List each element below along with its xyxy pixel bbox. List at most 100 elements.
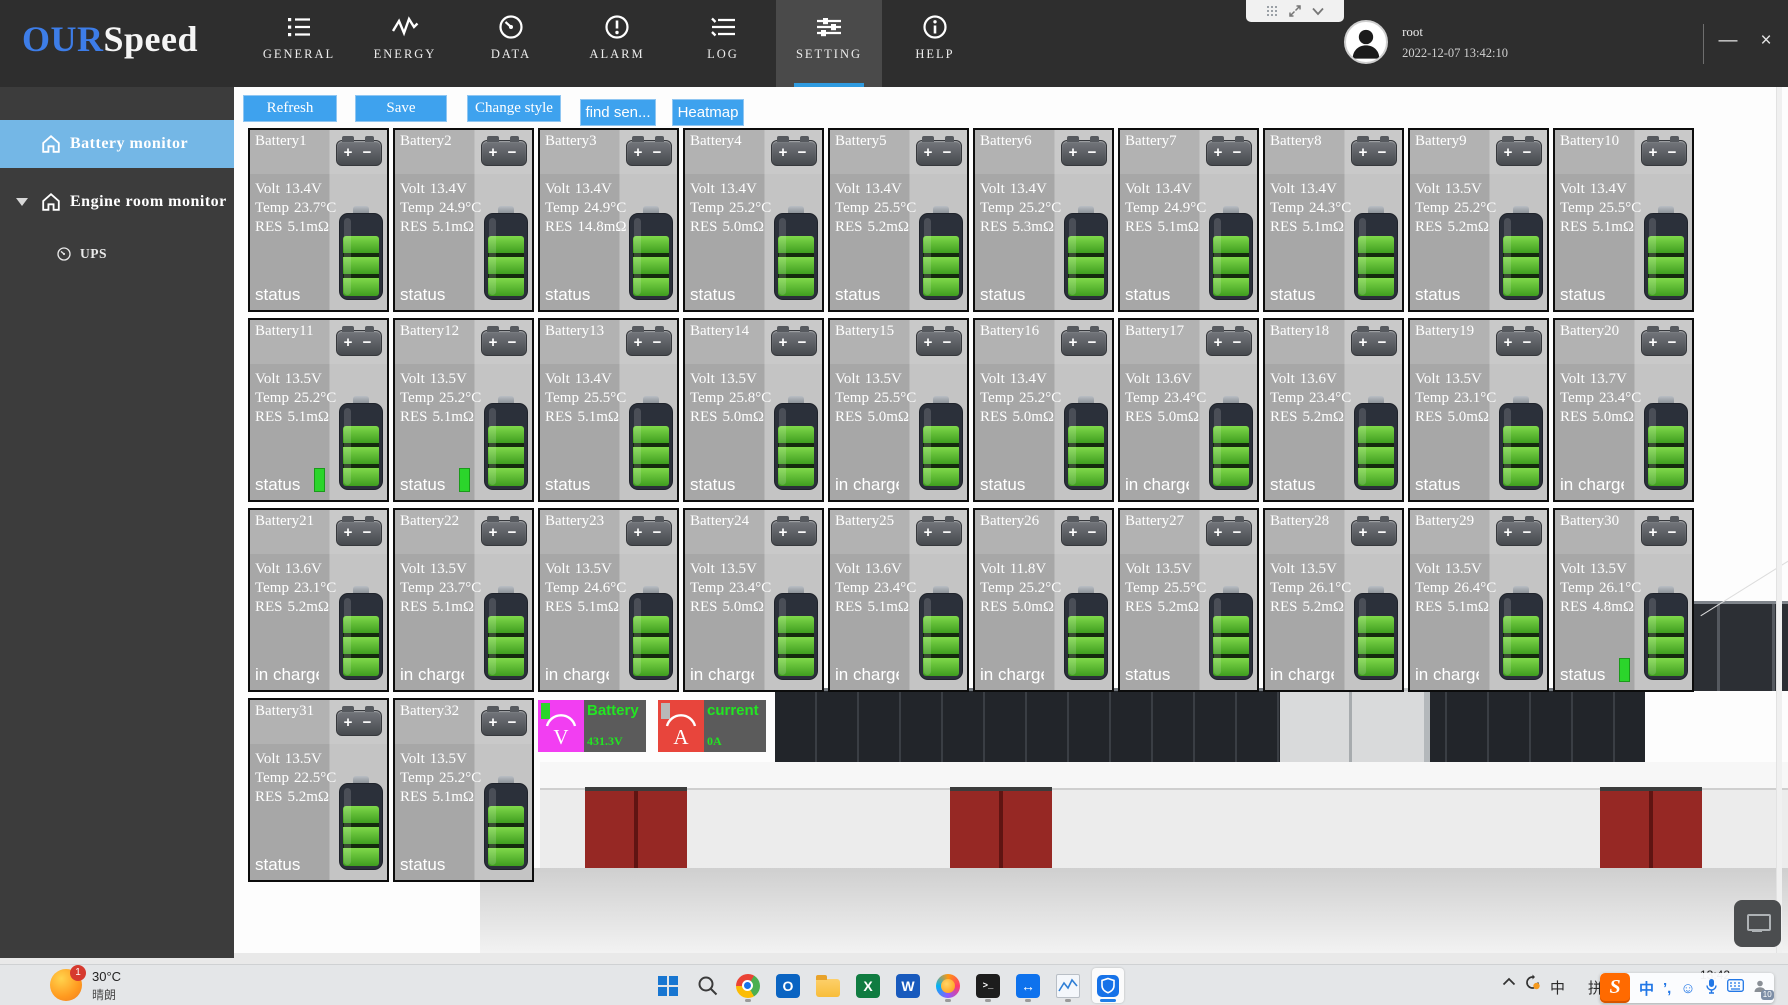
ime-emoji-icon[interactable]: ☺: [1680, 980, 1695, 997]
sidebar-item-ups[interactable]: UPS: [0, 238, 234, 270]
tab-general[interactable]: GENERAL: [246, 0, 352, 87]
user-box[interactable]: root 2022-12-07 13:42:10: [1344, 20, 1508, 64]
battery-card-29[interactable]: Battery29+ −Volt13.5VTemp26.4°CRES5.1mΩi…: [1408, 508, 1549, 692]
battery-card-17[interactable]: Battery17+ −Volt13.6VTemp23.4°CRES5.0mΩi…: [1118, 318, 1259, 502]
battery-card-19[interactable]: Battery19+ −Volt13.5VTemp23.1°CRES5.0mΩs…: [1408, 318, 1549, 502]
battery-card-8[interactable]: Battery8+ −Volt13.4VTemp24.3°CRES5.1mΩst…: [1263, 128, 1404, 312]
taskbar-terminal-button[interactable]: >_: [972, 968, 1004, 1003]
battery-card-26[interactable]: Battery26+ −Volt11.8VTemp25.2°CRES5.0mΩi…: [973, 508, 1114, 692]
heatmap-button[interactable]: Heatmap: [672, 99, 744, 126]
volt-reading: Volt13.4V: [545, 180, 627, 199]
battery-card-32[interactable]: Battery32+ −Volt13.5VTemp25.2°CRES5.1mΩs…: [393, 698, 534, 882]
taskbar-excel-button[interactable]: X: [852, 968, 884, 1003]
voltage-meter-widget[interactable]: VBattery431.3V: [538, 700, 646, 752]
volt-reading: Volt13.5V: [1415, 180, 1496, 199]
taskbar-start-button[interactable]: [652, 968, 684, 1003]
expander-caret-icon[interactable]: [16, 198, 28, 206]
battery-card-18[interactable]: Battery18+ −Volt13.6VTemp23.4°CRES5.2mΩs…: [1263, 318, 1404, 502]
tab-help[interactable]: HELP: [882, 0, 988, 87]
battery-card-14[interactable]: Battery14+ −Volt13.5VTemp25.8°CRES5.0mΩs…: [683, 318, 824, 502]
save-button[interactable]: Save: [355, 95, 447, 122]
taskbar-chrome-button[interactable]: [732, 968, 764, 1003]
battery-card-3[interactable]: Battery3+ −Volt13.4VTemp24.9°CRES14.8mΩs…: [538, 128, 679, 312]
temp-reading: Temp25.5°C: [545, 389, 626, 408]
battery-card-5[interactable]: Battery5+ −Volt13.4VTemp25.5°CRES5.2mΩst…: [828, 128, 969, 312]
battery-card-22[interactable]: Battery22+ −Volt13.5VTemp23.7°CRES5.1mΩi…: [393, 508, 534, 692]
battery-terminals-icon: + −: [481, 710, 527, 736]
battery-status: status: [690, 475, 735, 495]
battery-card-7[interactable]: Battery7+ −Volt13.4VTemp24.9°CRES5.1mΩst…: [1118, 128, 1259, 312]
battery-card-25[interactable]: Battery25+ −Volt13.6VTemp23.4°CRES5.1mΩi…: [828, 508, 969, 692]
tray-language-indicator[interactable]: 中: [1550, 977, 1565, 998]
volt-reading: Volt13.5V: [835, 370, 916, 389]
battery-card-9[interactable]: Battery9+ −Volt13.5VTemp25.2°CRES5.2mΩst…: [1408, 128, 1549, 312]
expand-icon[interactable]: [1288, 4, 1302, 18]
battery-card-12[interactable]: Battery12+ −Volt13.5VTemp25.2°CRES5.1mΩs…: [393, 318, 534, 502]
tab-energy[interactable]: ENERGY: [352, 0, 458, 87]
volt-reading: Volt13.5V: [400, 750, 481, 769]
battery-card-11[interactable]: Battery11+ −Volt13.5VTemp25.2°CRES5.1mΩs…: [248, 318, 389, 502]
battery-card-30[interactable]: Battery30+ −Volt13.5VTemp26.1°CRES4.8mΩs…: [1553, 508, 1694, 692]
battery-card-13[interactable]: Battery13+ −Volt13.4VTemp25.5°CRES5.1mΩs…: [538, 318, 679, 502]
tray-chevron-up-icon[interactable]: [1502, 977, 1516, 986]
battery-card-16[interactable]: Battery16+ −Volt13.4VTemp25.2°CRES5.0mΩs…: [973, 318, 1114, 502]
outlook-icon: O: [776, 974, 800, 998]
taskbar-firefox-button[interactable]: [932, 968, 964, 1003]
ime-user-icon[interactable]: 10: [1753, 979, 1767, 998]
taskbar-outlook-button[interactable]: O: [772, 968, 804, 1003]
ime-mic-icon[interactable]: [1705, 978, 1718, 999]
battery-card-31[interactable]: Battery31+ −Volt13.5VTemp22.5°CRES5.2mΩs…: [248, 698, 389, 882]
battery-card-21[interactable]: Battery21+ −Volt13.6VTemp23.1°CRES5.2mΩi…: [248, 508, 389, 692]
taskbar-shield-button[interactable]: [1092, 968, 1124, 1003]
sogou-logo-icon[interactable]: S: [1600, 973, 1630, 1003]
taskbar-teamviewer-button[interactable]: ↔: [1012, 968, 1044, 1003]
refresh-button[interactable]: Refresh: [243, 95, 337, 122]
screen-capture-button[interactable]: [1734, 900, 1781, 947]
tab-alarm[interactable]: ALARM: [564, 0, 670, 87]
battery-status: status: [400, 285, 445, 305]
tray-sync-icon[interactable]: [1524, 974, 1541, 991]
weather-widget[interactable]: 1 30°C 晴朗: [50, 969, 121, 1003]
sidebar-item-engine-room-monitor[interactable]: Engine room monitor: [0, 180, 234, 224]
taskbar-explorer-button[interactable]: [812, 968, 844, 1003]
battery-graphic: [1644, 206, 1688, 300]
ime-toolbar[interactable]: S 中 ’, ☺ 10: [1600, 973, 1774, 1003]
battery-card-23[interactable]: Battery23+ −Volt13.5VTemp24.6°CRES5.1mΩi…: [538, 508, 679, 692]
taskbar-search-button[interactable]: [692, 968, 724, 1003]
battery-terminals-icon: + −: [771, 140, 817, 166]
tab-setting[interactable]: SETTING: [776, 0, 882, 87]
current-meter-widget[interactable]: Acurrent0A: [658, 700, 766, 752]
minimize-button[interactable]: —: [1714, 30, 1742, 52]
battery-row-4: Battery31+ −Volt13.5VTemp22.5°CRES5.2mΩs…: [248, 698, 1694, 882]
battery-card-20[interactable]: Battery20+ −Volt13.7VTemp23.4°CRES5.0mΩi…: [1553, 318, 1694, 502]
battery-card-1[interactable]: Battery1+ −Volt13.4VTemp23.7°CRES5.1mΩst…: [248, 128, 389, 312]
ime-punctuation-toggle[interactable]: ’,: [1663, 980, 1671, 997]
battery-status: in charge: [1560, 475, 1624, 495]
sidebar-item-battery-monitor[interactable]: Battery monitor: [0, 120, 234, 168]
tab-data[interactable]: DATA: [458, 0, 564, 87]
ime-keyboard-icon[interactable]: [1727, 979, 1744, 997]
res-reading: RES5.2mΩ: [1125, 598, 1206, 617]
excel-icon: X: [856, 974, 880, 998]
taskbar-monitor-button[interactable]: [1052, 968, 1084, 1003]
battery-card-2[interactable]: Battery2+ −Volt13.4VTemp24.9°CRES5.1mΩst…: [393, 128, 534, 312]
battery-card-28[interactable]: Battery28+ −Volt13.5VTemp26.1°CRES5.2mΩi…: [1263, 508, 1404, 692]
volt-reading: Volt13.5V: [1415, 370, 1496, 389]
find-sensor-button[interactable]: find sen...: [580, 99, 656, 126]
tab-log[interactable]: LOG: [670, 0, 776, 87]
battery-status: status: [835, 285, 880, 305]
battery-card-4[interactable]: Battery4+ −Volt13.4VTemp25.2°CRES5.0mΩst…: [683, 128, 824, 312]
ime-lang-toggle[interactable]: 中: [1639, 978, 1654, 999]
battery-card-6[interactable]: Battery6+ −Volt13.4VTemp25.2°CRES5.3mΩst…: [973, 128, 1114, 312]
battery-card-15[interactable]: Battery15+ −Volt13.5VTemp25.5°CRES5.0mΩi…: [828, 318, 969, 502]
battery-card-10[interactable]: Battery10+ −Volt13.4VTemp25.5°CRES5.1mΩs…: [1553, 128, 1694, 312]
battery-card-24[interactable]: Battery24+ −Volt13.5VTemp23.4°CRES5.0mΩi…: [683, 508, 824, 692]
taskbar-word-button[interactable]: W: [892, 968, 924, 1003]
chevron-down-icon[interactable]: [1312, 7, 1324, 16]
battery-card-27[interactable]: Battery27+ −Volt13.5VTemp25.5°CRES5.2mΩs…: [1118, 508, 1259, 692]
temp-reading: Temp25.5°C: [1560, 199, 1641, 218]
floating-remote-toolbar[interactable]: [1246, 0, 1344, 22]
change-style-button[interactable]: Change style: [467, 95, 561, 122]
volt-reading: Volt13.5V: [400, 370, 481, 389]
close-button[interactable]: ×: [1752, 30, 1780, 52]
